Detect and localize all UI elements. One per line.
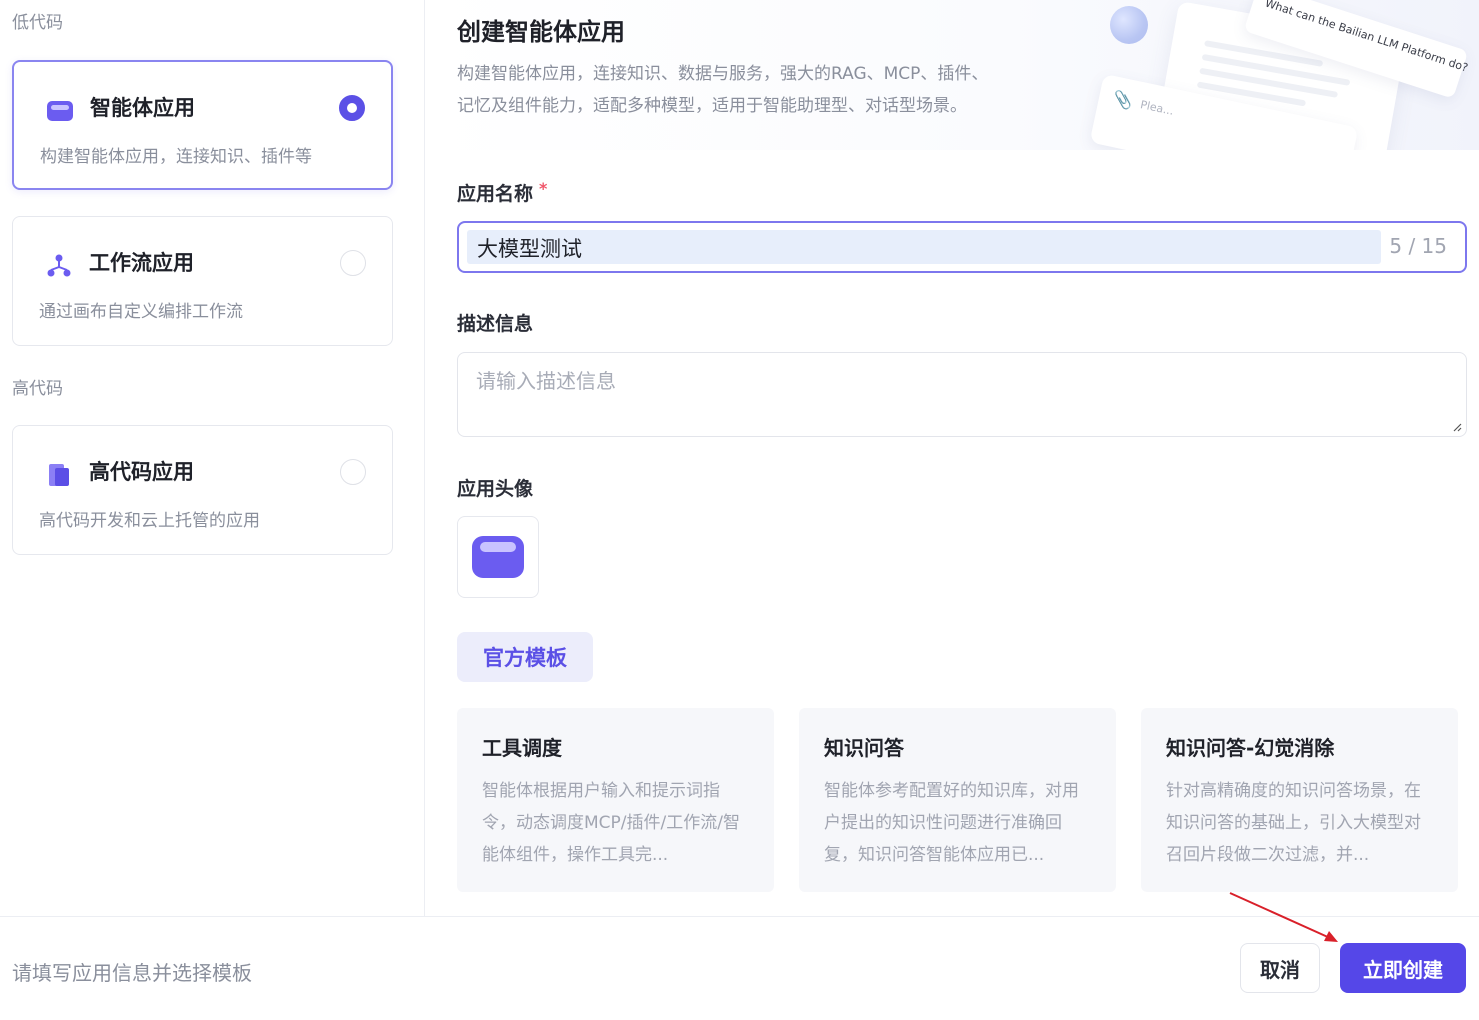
workflow-icon bbox=[45, 252, 73, 280]
app-form-panel: 创建智能体应用 构建智能体应用，连接知识、数据与服务，强大的RAG、MCP、插件… bbox=[426, 0, 1479, 916]
app-avatar[interactable] bbox=[457, 516, 539, 598]
name-label: 应用名称 * bbox=[457, 179, 547, 206]
description-placeholder: 请输入描述信息 bbox=[476, 369, 616, 393]
desc-label: 描述信息 bbox=[457, 313, 534, 335]
template-card-knowledge-qa[interactable]: 知识问答 智能体参考配置好的知识库，对用户提出的知识性问题进行准确回复，知识问答… bbox=[799, 708, 1116, 892]
tab-official-templates[interactable]: 官方模板 bbox=[457, 632, 593, 682]
resize-handle-icon[interactable] bbox=[1452, 422, 1462, 432]
type-card-workflow[interactable]: 工作流应用 通过画布自定义编排工作流 bbox=[12, 216, 393, 346]
template-card-hallucination-removal[interactable]: 知识问答-幻觉消除 针对高精确度的知识问答场景，在知识问答的基础上，引入大模型对… bbox=[1141, 708, 1458, 892]
banner-desc-line: 构建智能体应用，连接知识、数据与服务，强大的RAG、MCP、插件、 bbox=[457, 64, 989, 84]
lowcode-group-label: 低代码 bbox=[12, 13, 63, 33]
footer-hint: 请填写应用信息并选择模板 bbox=[12, 961, 252, 985]
banner-desc-line: 记忆及组件能力，适配多种模型，适用于智能助理型、对话型场景。 bbox=[457, 96, 967, 116]
avatar-label: 应用头像 bbox=[457, 478, 534, 500]
char-counter: 5 / 15 bbox=[1389, 234, 1447, 258]
app-name-input[interactable]: 大模型测试 5 / 15 bbox=[457, 221, 1467, 273]
page-title: 创建智能体应用 bbox=[457, 18, 625, 46]
type-card-agent[interactable]: 智能体应用 构建智能体应用，连接知识、插件等 bbox=[12, 60, 393, 190]
type-card-title: 高代码应用 bbox=[89, 460, 194, 484]
app-type-panel: 低代码 智能体应用 构建智能体应用，连接知识、插件等 工作流应用 通过画布自定义… bbox=[0, 0, 425, 916]
type-card-title: 智能体应用 bbox=[90, 96, 195, 120]
template-card-tool-dispatch[interactable]: 工具调度 智能体根据用户输入和提示词指令，动态调度MCP/插件/工作流/智能体组… bbox=[457, 708, 774, 892]
banner-description: 构建智能体应用，连接知识、数据与服务，强大的RAG、MCP、插件、 记忆及组件能… bbox=[457, 58, 1057, 122]
type-radio-selected[interactable] bbox=[339, 95, 365, 121]
template-desc: 针对高精确度的知识问答场景，在知识问答的基础上，引入大模型对召回片段做二次过滤，… bbox=[1166, 781, 1421, 865]
type-radio[interactable] bbox=[340, 250, 366, 276]
footer-bar: 请填写应用信息并选择模板 取消 立即创建 bbox=[0, 916, 1479, 1020]
template-title: 知识问答-幻觉消除 bbox=[1166, 736, 1335, 760]
agent-icon bbox=[46, 97, 74, 125]
template-title: 工具调度 bbox=[482, 736, 562, 760]
decor-sphere bbox=[1110, 6, 1148, 44]
type-card-title: 工作流应用 bbox=[89, 251, 194, 275]
required-mark: * bbox=[539, 179, 548, 198]
code-doc-icon bbox=[45, 461, 73, 489]
template-title: 知识问答 bbox=[824, 736, 904, 760]
create-now-button[interactable]: 立即创建 bbox=[1340, 943, 1466, 993]
template-desc: 智能体参考配置好的知识库，对用户提出的知识性问题进行准确回复，知识问答智能体应用… bbox=[824, 781, 1079, 865]
agent-avatar-icon bbox=[472, 536, 524, 578]
highcode-group-label: 高代码 bbox=[12, 379, 63, 399]
app-name-value[interactable]: 大模型测试 bbox=[467, 230, 1381, 264]
intro-banner: 创建智能体应用 构建智能体应用，连接知识、数据与服务，强大的RAG、MCP、插件… bbox=[426, 0, 1479, 150]
type-card-desc: 通过画布自定义编排工作流 bbox=[39, 302, 243, 322]
type-card-desc: 高代码开发和云上托管的应用 bbox=[39, 511, 260, 531]
template-desc: 智能体根据用户输入和提示词指令，动态调度MCP/插件/工作流/智能体组件，操作工… bbox=[482, 781, 740, 865]
cancel-button[interactable]: 取消 bbox=[1240, 943, 1320, 993]
type-radio[interactable] bbox=[340, 459, 366, 485]
decor-placeholder: Plea... bbox=[1139, 98, 1175, 118]
name-label-text: 应用名称 bbox=[457, 183, 534, 205]
type-card-desc: 构建智能体应用，连接知识、插件等 bbox=[40, 147, 312, 167]
description-textarea[interactable]: 请输入描述信息 bbox=[457, 352, 1467, 437]
type-card-highcode[interactable]: 高代码应用 高代码开发和云上托管的应用 bbox=[12, 425, 393, 555]
attachment-icon: 📎 bbox=[1111, 88, 1135, 112]
